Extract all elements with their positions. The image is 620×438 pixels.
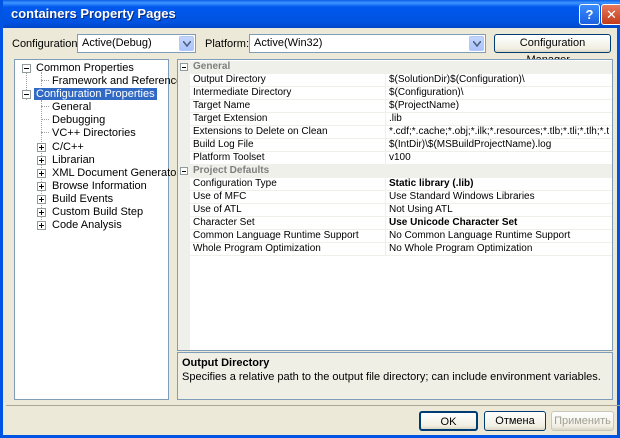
category-project-defaults[interactable]: Project Defaults [178, 165, 612, 178]
tree-item-framework-and-references[interactable]: Framework and References [52, 75, 188, 88]
category-general[interactable]: General [178, 61, 612, 74]
property-row-extensions-to-delete[interactable]: Extensions to Delete on Clean *.cdf;*.ca… [190, 126, 612, 139]
expand-icon[interactable] [37, 195, 46, 204]
property-grid[interactable]: General Output Directory $(SolutionDir)$… [177, 59, 613, 351]
tree-item-debugging[interactable]: Debugging [52, 114, 105, 127]
property-row-intermediate-directory[interactable]: Intermediate Directory $(Configuration)\ [190, 87, 612, 100]
expand-icon[interactable] [37, 221, 46, 230]
tree-item-c-cpp[interactable]: C/C++ [37, 141, 84, 154]
collapse-icon[interactable] [180, 63, 188, 71]
close-button[interactable]: ✕ [601, 4, 620, 25]
tree-item-common-properties[interactable]: Common Properties [22, 62, 134, 75]
property-row-use-of-mfc[interactable]: Use of MFC Use Standard Windows Librarie… [190, 191, 612, 204]
tree-item-custom-build-step[interactable]: Custom Build Step [37, 206, 143, 219]
property-row-whole-program-optimization[interactable]: Whole Program Optimization No Whole Prog… [190, 243, 612, 256]
platform-select[interactable]: Active(Win32) [249, 34, 486, 53]
property-row-target-name[interactable]: Target Name $(ProjectName) [190, 100, 612, 113]
platform-label: Platform: [205, 38, 250, 50]
property-pages-window: containers Property Pages ? ✕ Configurat… [0, 0, 620, 438]
tree-item-librarian[interactable]: Librarian [37, 154, 95, 167]
tree-item-general[interactable]: General [52, 101, 91, 114]
description-panel: Output Directory Specifies a relative pa… [177, 352, 613, 400]
description-title: Output Directory [182, 357, 270, 369]
property-row-use-of-atl[interactable]: Use of ATL Not Using ATL [190, 204, 612, 217]
expand-icon[interactable] [37, 208, 46, 217]
apply-button[interactable]: Применить [551, 411, 614, 431]
description-text: Specifies a relative path to the output … [182, 371, 601, 383]
property-row-output-directory[interactable]: Output Directory $(SolutionDir)$(Configu… [190, 74, 612, 87]
property-row-platform-toolset[interactable]: Platform Toolset v100 [190, 152, 612, 165]
tree-item-build-events[interactable]: Build Events [37, 193, 113, 206]
collapse-icon[interactable] [22, 64, 31, 73]
ok-button[interactable]: OK [419, 411, 478, 431]
collapse-icon[interactable] [180, 167, 188, 175]
tree-item-vc-directories[interactable]: VC++ Directories [52, 127, 136, 140]
expand-icon[interactable] [37, 143, 46, 152]
expand-icon[interactable] [37, 182, 46, 191]
collapse-icon[interactable] [22, 90, 31, 99]
platform-value: Active(Win32) [254, 37, 323, 49]
chevron-down-icon[interactable] [179, 36, 194, 51]
chevron-down-icon[interactable] [469, 36, 484, 51]
configuration-label: Configuration: [12, 38, 81, 50]
property-row-character-set[interactable]: Character Set Use Unicode Character Set [190, 217, 612, 230]
title-bar[interactable]: containers Property Pages ? ✕ [3, 0, 620, 28]
configuration-select[interactable]: Active(Debug) [77, 34, 196, 53]
tree-item-browse-information[interactable]: Browse Information [37, 180, 147, 193]
tree-item-code-analysis[interactable]: Code Analysis [37, 219, 122, 232]
expand-icon[interactable] [37, 169, 46, 178]
tree-item-xml-document-generator[interactable]: XML Document Generator [37, 167, 180, 180]
property-row-target-extension[interactable]: Target Extension .lib [190, 113, 612, 126]
tree-item-configuration-properties[interactable]: Configuration Properties [22, 88, 157, 101]
help-button[interactable]: ? [579, 4, 600, 25]
property-row-configuration-type[interactable]: Configuration Type Static library (.lib) [190, 178, 612, 191]
configuration-value: Active(Debug) [82, 37, 152, 49]
category-tree[interactable]: Common Properties Framework and Referenc… [14, 59, 188, 400]
cancel-button[interactable]: Отмена [484, 411, 546, 431]
window-title: containers Property Pages [11, 6, 176, 21]
configuration-manager-button[interactable]: Configuration Manager... [494, 34, 611, 66]
expand-icon[interactable] [37, 156, 46, 165]
property-row-clr-support[interactable]: Common Language Runtime Support No Commo… [190, 230, 612, 243]
property-row-build-log-file[interactable]: Build Log File $(IntDir)\$(MSBuildProjec… [190, 139, 612, 152]
